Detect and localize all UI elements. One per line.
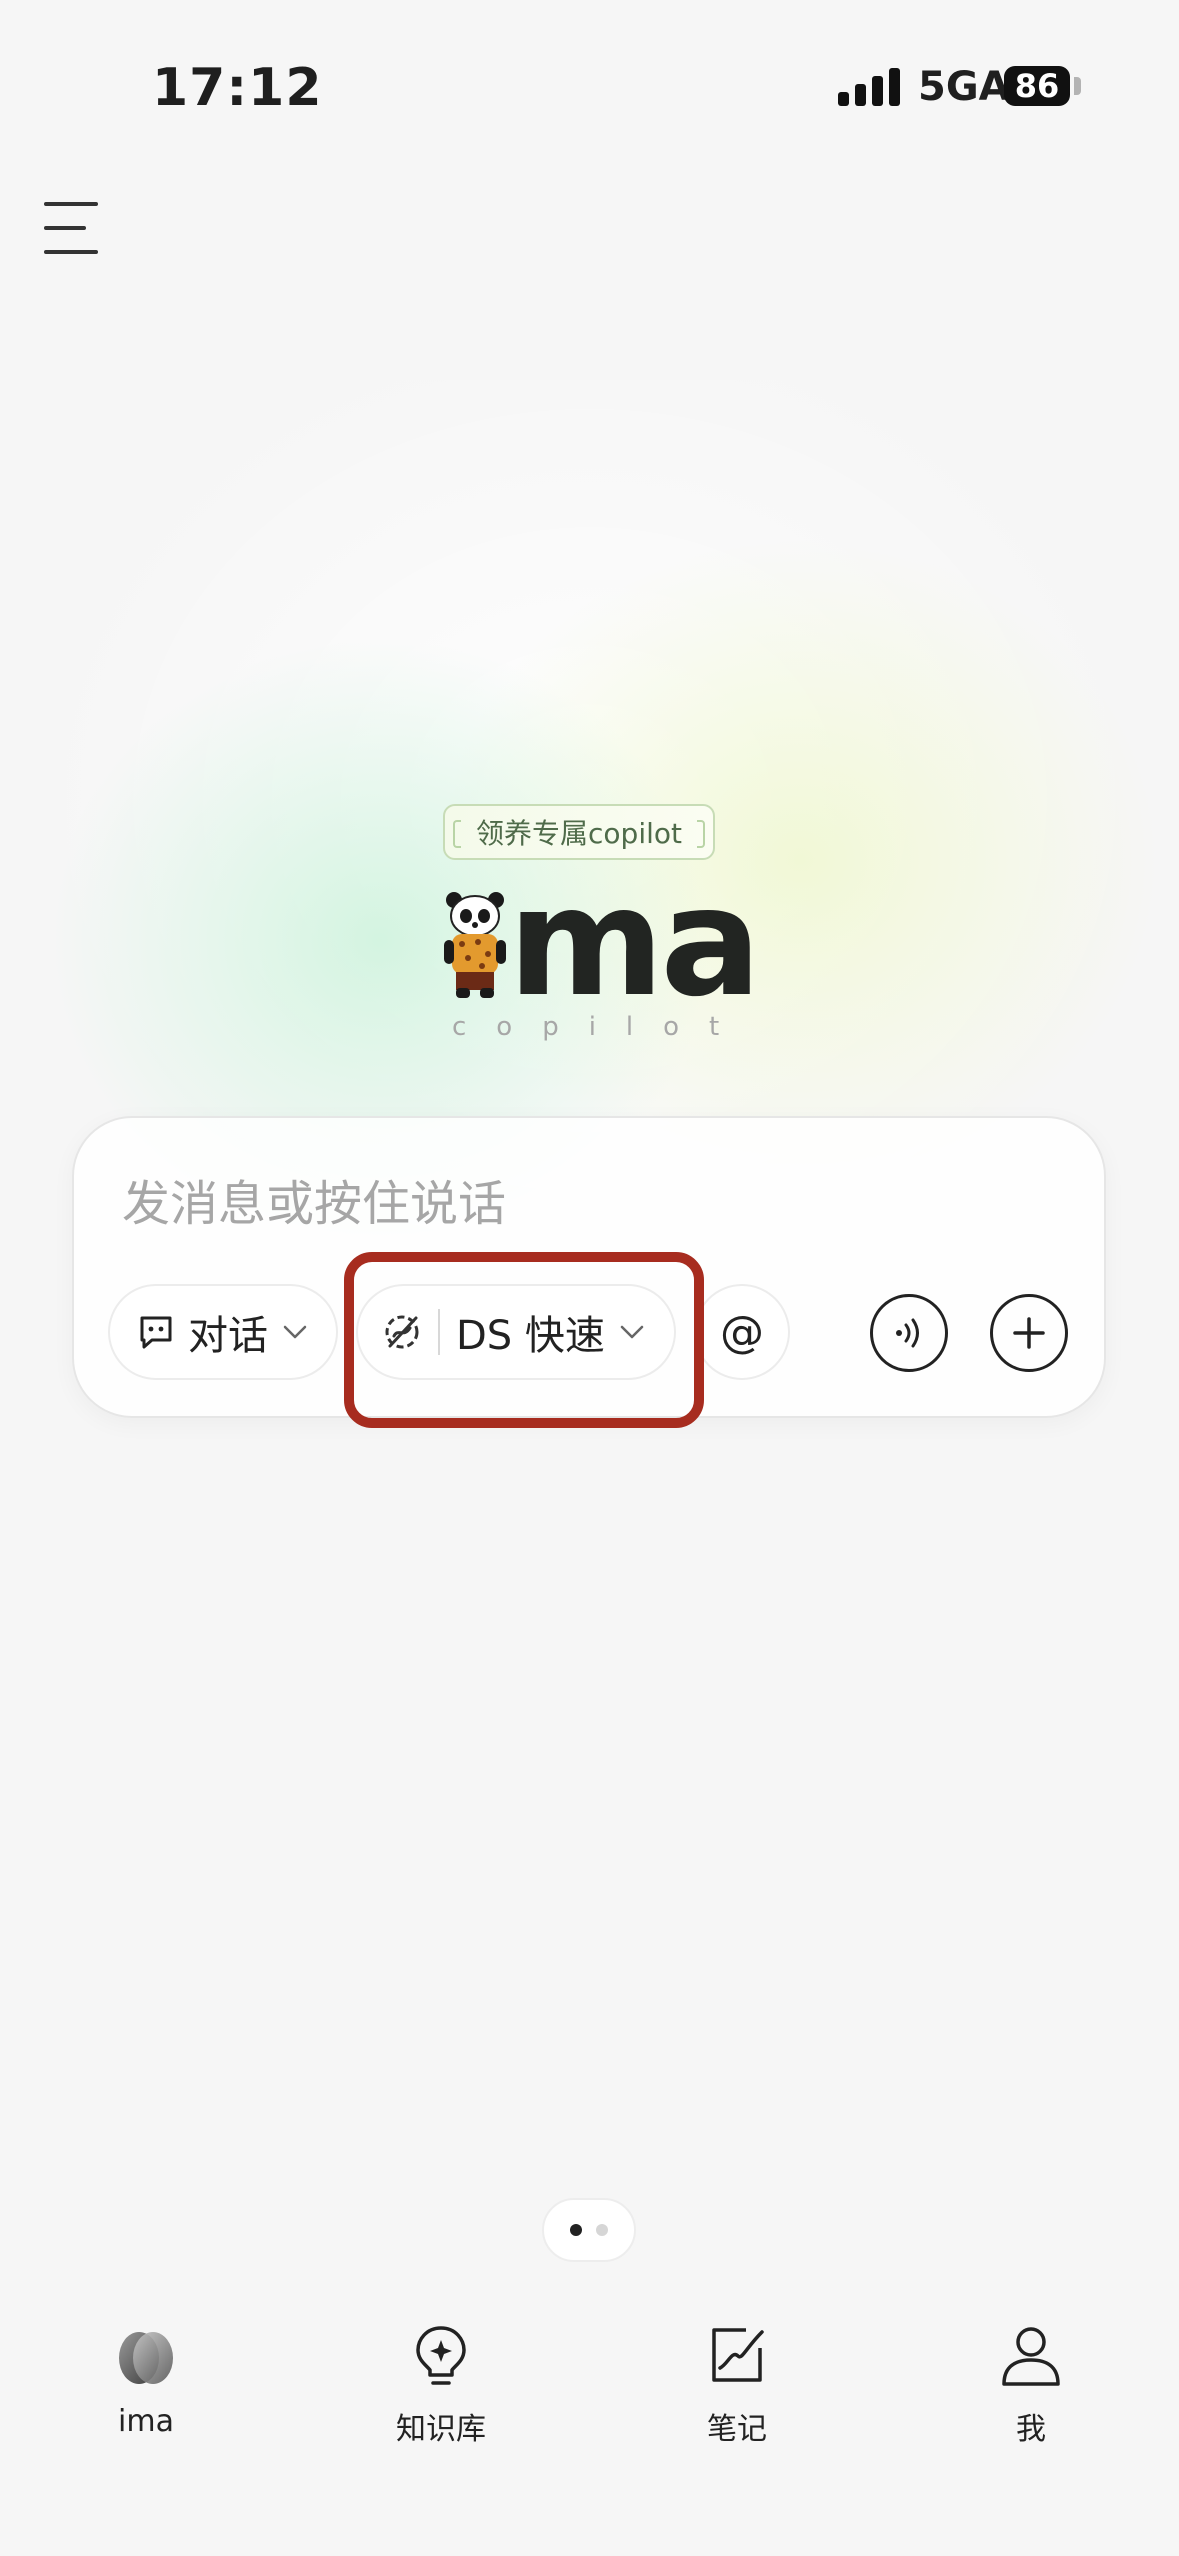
voice-call-button[interactable] xyxy=(870,1294,948,1372)
ima-logo-icon xyxy=(119,2332,173,2384)
page-dot xyxy=(596,2224,608,2236)
copilot-badge[interactable]: 领养专属copilot xyxy=(443,804,715,860)
add-button[interactable] xyxy=(990,1294,1068,1372)
tab-knowledge-base[interactable]: 知识库 xyxy=(341,2320,541,2448)
chevron-down-icon xyxy=(283,1325,307,1339)
ima-wordmark: ma xyxy=(508,856,762,1030)
panda-mascot-icon xyxy=(444,892,506,998)
mode-selector-button[interactable]: 对话 xyxy=(108,1284,338,1380)
tab-label: 我 xyxy=(1016,2412,1046,2447)
tab-label: 笔记 xyxy=(707,2412,767,2447)
page-dot-active xyxy=(570,2224,582,2236)
tab-label: 知识库 xyxy=(396,2412,486,2447)
mention-button[interactable]: @ xyxy=(694,1284,790,1380)
page-indicator[interactable] xyxy=(542,2198,636,2262)
logo-subtitle: copilot xyxy=(452,1012,750,1042)
battery-cap xyxy=(1074,77,1081,95)
voice-wave-icon xyxy=(896,1318,919,1348)
chat-bubble-icon xyxy=(140,1316,172,1349)
signal-icon xyxy=(838,66,900,106)
network-label: 5GA xyxy=(918,64,1010,110)
badge-text: 领养专属copilot xyxy=(476,817,682,850)
battery-icon: 86 xyxy=(1004,66,1070,106)
message-input[interactable]: 发消息或按住说话 xyxy=(122,1164,1022,1234)
lightbulb-icon xyxy=(416,2326,466,2385)
plus-icon xyxy=(1013,1317,1045,1349)
battery-level: 86 xyxy=(1014,67,1060,105)
tab-ima[interactable]: ima xyxy=(46,2320,246,2439)
tab-me[interactable]: 我 xyxy=(931,2320,1131,2448)
tab-notes[interactable]: 笔记 xyxy=(637,2320,837,2448)
person-icon xyxy=(1002,2327,1060,2386)
at-icon: @ xyxy=(720,1306,764,1358)
status-time: 17:12 xyxy=(152,58,323,118)
tab-label: ima xyxy=(118,2404,174,2439)
note-edit-icon xyxy=(712,2328,764,2382)
mode-label: 对话 xyxy=(188,1313,268,1359)
highlight-box xyxy=(344,1252,704,1428)
hamburger-icon xyxy=(44,202,98,254)
menu-button[interactable] xyxy=(40,196,110,260)
